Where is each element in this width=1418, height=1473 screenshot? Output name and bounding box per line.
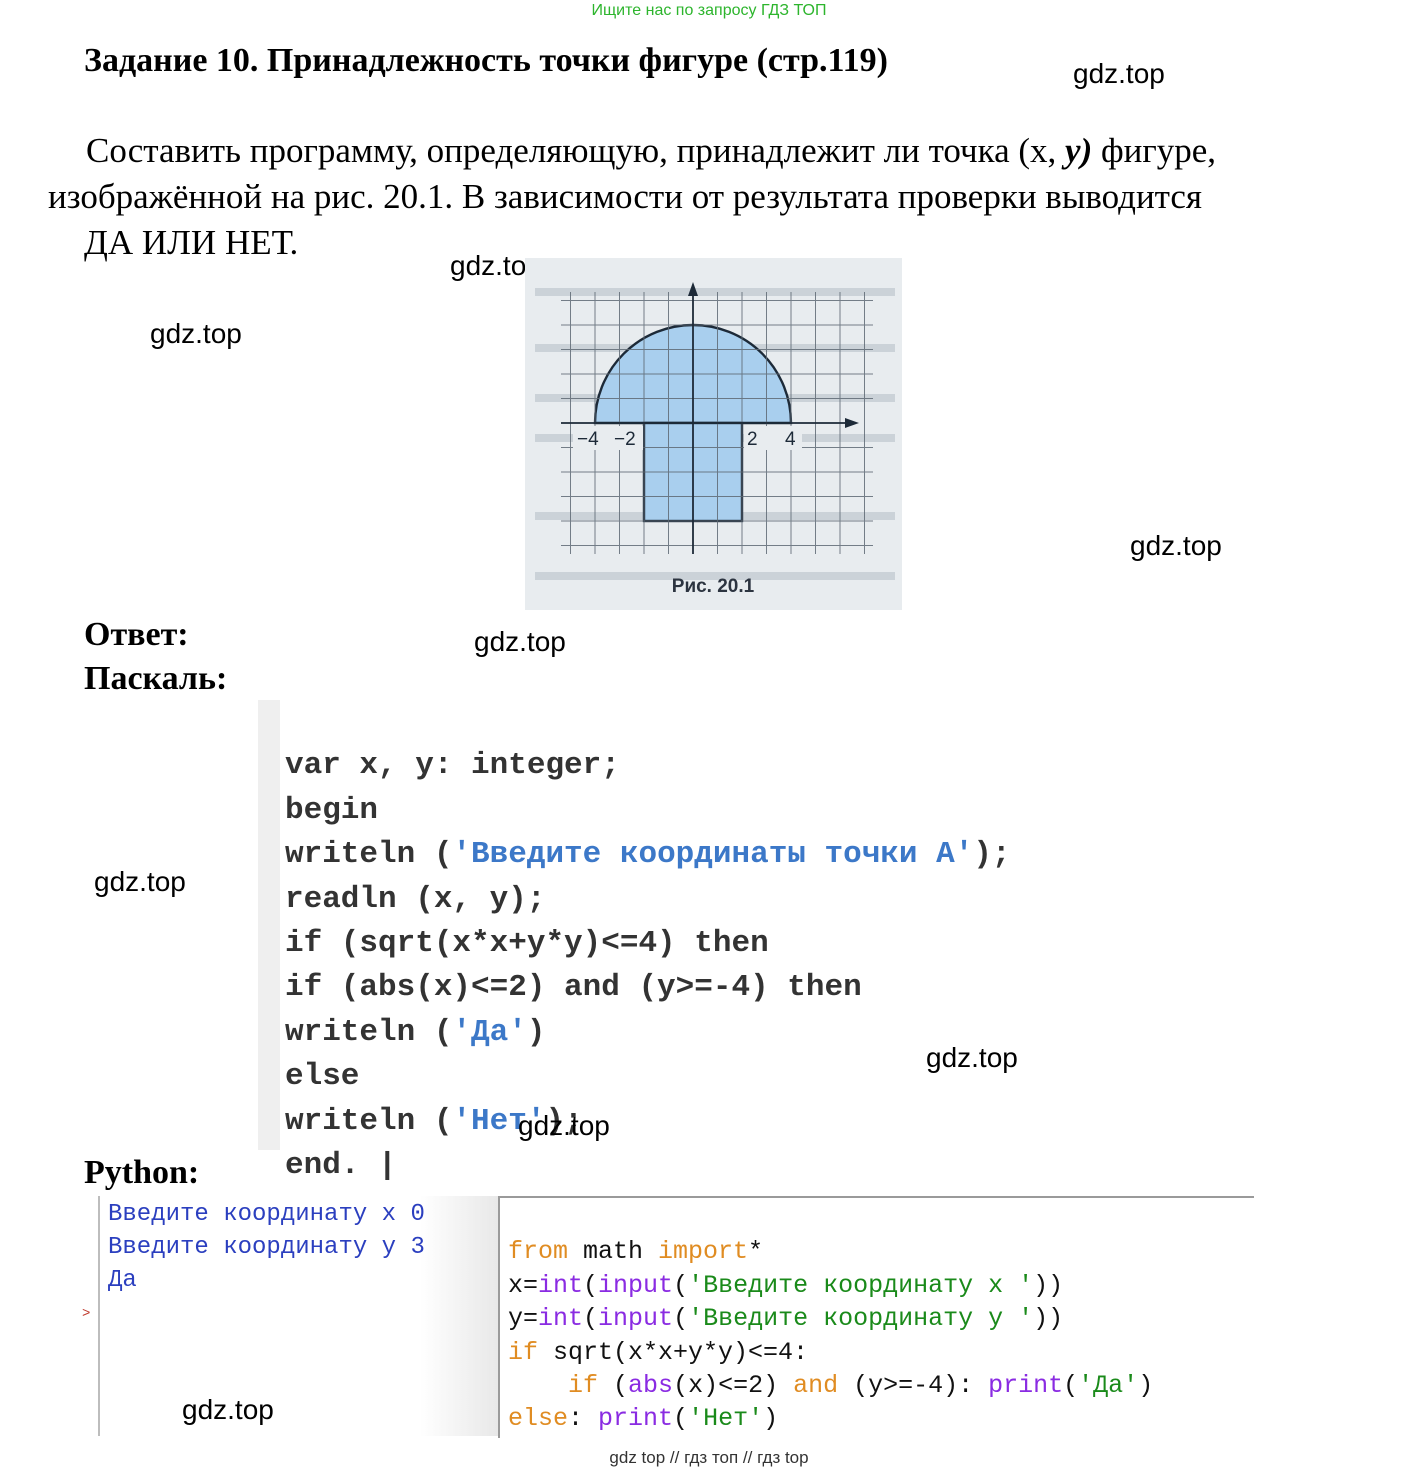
task-line-1-y: y)	[1065, 131, 1093, 170]
tick-label: −2	[614, 429, 636, 450]
code-token: ))	[1033, 1270, 1064, 1300]
figure-caption: Рис. 20.1	[672, 576, 755, 597]
code-line: if (abs(x)<=2) and (y>=-4): print('Да')	[508, 1369, 1153, 1402]
code-line: writeln ('Да')	[285, 1011, 1011, 1055]
pascal-label: Паскаль:	[84, 660, 228, 697]
task-line-1-x: x,	[1030, 131, 1066, 170]
tick-label: 4	[785, 429, 796, 450]
watermark: gdz.top	[1073, 58, 1165, 89]
console-line: Введите координату y 3	[108, 1234, 425, 1261]
code-line: readln (x, y);	[285, 881, 546, 917]
code-line: if sqrt(x*x+y*y)<=4:	[508, 1336, 1153, 1369]
code-keyword: from	[508, 1237, 569, 1267]
code-line: end. |	[285, 1147, 397, 1183]
code-token: )	[1138, 1370, 1154, 1400]
watermark: gdz.top	[518, 1110, 610, 1141]
code-line: else: print('Нет')	[508, 1402, 1153, 1435]
code-token: (	[583, 1304, 599, 1334]
tick-label: 2	[747, 429, 758, 450]
task-line-1: Составить программу, определяющую, прина…	[48, 128, 1368, 174]
pascal-code: var x, y: integer; begin writeln ('Введите…	[285, 700, 1011, 1233]
code-string: 'Нет'	[688, 1404, 764, 1434]
console-output: Введите координату x 0 Введите координату…	[108, 1198, 425, 1297]
code-builtin: int	[538, 1270, 584, 1300]
python-label: Python:	[84, 1154, 200, 1191]
code-string: 'Введите координату y '	[688, 1304, 1034, 1334]
watermark: gdz.top	[926, 1042, 1018, 1073]
code-string: 'Введите координату x '	[688, 1270, 1034, 1300]
answer-label: Ответ:	[84, 616, 189, 653]
code-keyword: if	[568, 1370, 599, 1400]
console-fade	[420, 1196, 498, 1436]
code-token: ))	[1033, 1304, 1064, 1334]
python-code: from math import* x=int(input('Введите ко…	[508, 1202, 1153, 1469]
code-builtin: input	[598, 1304, 674, 1334]
task-text: Составить программу, определяющую, прина…	[48, 128, 1368, 266]
console-prompt-icon: >	[82, 1306, 91, 1322]
code-token: y=	[508, 1304, 539, 1334]
code-token: writeln (	[285, 1103, 453, 1139]
code-line: else	[285, 1059, 360, 1095]
code-token: )	[763, 1404, 779, 1434]
code-line: y=int(input('Введите координату y '))	[508, 1302, 1153, 1335]
pascal-gutter	[258, 700, 280, 1150]
code-token: (	[1063, 1370, 1079, 1400]
code-string: 'Введите координаты точки А'	[452, 837, 974, 873]
code-token: (	[598, 1370, 629, 1400]
code-token: (	[673, 1270, 689, 1300]
watermark: gdz.top	[182, 1394, 274, 1425]
code-keyword: if	[508, 1337, 539, 1367]
code-token: );	[973, 837, 1011, 873]
code-token: (	[673, 1404, 689, 1434]
console-line: Да	[108, 1267, 137, 1294]
code-token: math	[568, 1237, 659, 1267]
task-line-2: изображённой на рис. 20.1. В зависимости…	[48, 177, 1203, 216]
task-line-1-start: Составить программу, определяющую, прина…	[86, 131, 1031, 170]
code-token: writeln (	[285, 1014, 453, 1050]
code-keyword: import	[658, 1237, 749, 1267]
code-token: (y>=-4):	[838, 1370, 989, 1400]
watermark: gdz.top	[1130, 530, 1222, 561]
code-builtin: print	[988, 1370, 1064, 1400]
code-string: 'Да'	[452, 1014, 527, 1050]
page-title: Задание 10. Принадлежность точки фигуре …	[84, 42, 888, 79]
code-keyword: else	[508, 1404, 569, 1434]
code-token: writeln (	[285, 837, 453, 873]
watermark: gdz.top	[150, 318, 242, 349]
figure-graph: −4 −2 2 4 Рис. 20.1	[525, 258, 902, 610]
code-line: var x, y: integer;	[285, 748, 620, 784]
code-line: from math import*	[508, 1235, 1153, 1268]
task-line-1-end: фигуре,	[1092, 131, 1217, 170]
code-builtin: print	[598, 1404, 674, 1434]
code-line: x=int(input('Введите координату x '))	[508, 1269, 1153, 1302]
code-builtin: int	[538, 1304, 584, 1334]
watermark: gdz.top	[474, 626, 566, 657]
code-keyword: and	[793, 1370, 839, 1400]
code-line: writeln ('Нет');	[285, 1100, 1011, 1144]
watermark: gdz.top	[94, 866, 186, 897]
tick-label: −4	[577, 429, 599, 450]
code-builtin: abs	[628, 1370, 674, 1400]
top-banner: Ищите нас по запросу ГДЗ ТОП	[591, 2, 827, 19]
code-token: (x)<=2)	[673, 1370, 794, 1400]
code-token: )	[526, 1014, 546, 1050]
code-token: sqrt(x*x+y*y)<=4:	[538, 1337, 809, 1367]
code-line: writeln ('Введите координаты точки А');	[285, 833, 1011, 877]
code-line: begin	[285, 792, 379, 828]
console-line: Введите координату x 0	[108, 1201, 425, 1228]
bottom-banner: gdz top // гдз топ // гдз top	[609, 1448, 809, 1467]
code-line: if (abs(x)<=2) and (y>=-4) then	[285, 970, 862, 1006]
code-token: :	[568, 1404, 599, 1434]
code-line: if (sqrt(x*x+y*y)<=4) then	[285, 925, 769, 961]
code-builtin: input	[598, 1270, 674, 1300]
code-string: 'Да'	[1078, 1370, 1139, 1400]
figure-20-1: −4 −2 2 4 Рис. 20.1	[525, 258, 902, 610]
code-token: (	[673, 1304, 689, 1334]
code-token: (	[583, 1270, 599, 1300]
code-token: *	[748, 1237, 764, 1267]
code-token: x=	[508, 1270, 539, 1300]
